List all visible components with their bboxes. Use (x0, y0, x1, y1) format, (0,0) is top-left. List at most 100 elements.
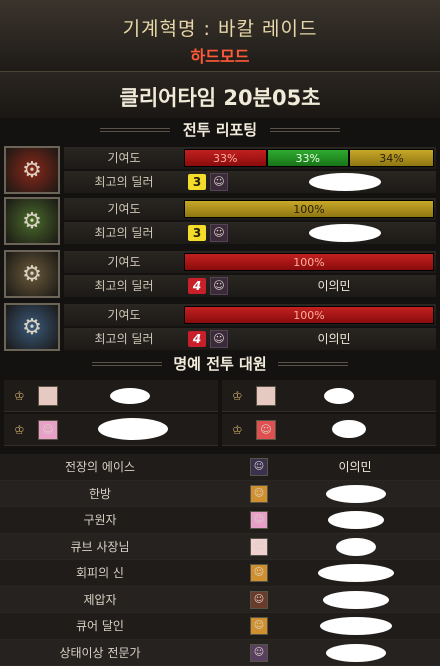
character-portrait: ☺ (250, 537, 268, 556)
character-portrait: ☺ (250, 511, 268, 529)
award-winner-name[interactable]: 이의민 (290, 454, 420, 480)
battle-report-title: 전투 리포팅 (182, 121, 258, 139)
difficulty-mode: 하드모드 (190, 47, 250, 66)
heading-left-ornament (92, 362, 162, 366)
blue-mech-boss-icon: ⚙ (4, 303, 60, 351)
character-portrait: ☺ (210, 224, 228, 242)
contribution-label: 기여도 (107, 202, 141, 216)
character-portrait: ☺ (250, 590, 268, 609)
honor-member[interactable]: ♔ ☺ (222, 414, 436, 446)
redacted-name (320, 617, 392, 635)
party-number-badge: 3 (188, 174, 206, 190)
contribution-segment: 100% (184, 200, 434, 218)
character-portrait: ☺ (38, 386, 58, 406)
character-portrait: ☺ (210, 330, 228, 348)
character-portrait: ☺ (250, 617, 268, 635)
redacted-name (328, 511, 384, 529)
redacted-name (110, 388, 150, 404)
award-title: 상태이상 전문가 (59, 645, 141, 660)
redacted-name (324, 388, 354, 404)
redacted-name (336, 537, 376, 556)
character-portrait: ☺ (250, 458, 268, 476)
character-portrait: ☺ (210, 173, 228, 191)
contribution-segment: 33% (266, 149, 349, 167)
award-title: 큐브 사장님 (70, 539, 130, 554)
crown-icon: ♔ (14, 389, 25, 403)
contribution-bar: 100% (184, 306, 434, 324)
contribution-bar: 100% (184, 253, 434, 271)
redacted-name (332, 420, 366, 438)
crown-icon: ♔ (232, 423, 243, 437)
award-row: 한방 ☺ (0, 480, 440, 507)
crown-icon: ♔ (14, 423, 25, 437)
contribution-line: 기여도 100% (64, 251, 436, 273)
raid-title-box: 기계혁명 : 바칼 레이드 하드모드 (0, 0, 440, 72)
best-dealer-line: 최고의 딜러 4 ☺ 이의민 (64, 328, 436, 350)
character-portrait: ☺ (210, 277, 228, 295)
honor-heading: 명예 전투 대원 (0, 352, 440, 376)
contribution-label: 기여도 (107, 255, 141, 269)
honor-member[interactable]: ♔ ☺ (4, 414, 218, 446)
honor-member[interactable]: ♔ ☺ (4, 380, 218, 412)
redacted-name (323, 590, 389, 609)
award-row: 상태이상 전문가 ☺ (0, 639, 440, 666)
boss-report-row: ⚙ 기여도 100% 최고의 딜러 3 ☺ (4, 197, 436, 245)
battle-report-heading: 전투 리포팅 (0, 118, 440, 142)
contribution-label: 기여도 (107, 308, 141, 322)
best-dealer-line: 최고의 딜러 3 ☺ (64, 222, 436, 244)
best-dealer-label: 최고의 딜러 (94, 226, 154, 240)
redacted-name (318, 564, 394, 582)
contribution-segment: 33% (184, 149, 267, 167)
party-number-badge: 4 (188, 278, 206, 294)
party-number-badge: 4 (188, 331, 206, 347)
clear-time-bar: 클리어타임 20분05초 (0, 72, 440, 118)
heading-right-ornament (278, 362, 348, 366)
contribution-segment: 34% (349, 149, 434, 167)
contribution-bar: 100% (184, 200, 434, 218)
award-row: 큐어 달인 ☺ (0, 613, 440, 640)
honor-member[interactable]: ♔ ☺ (222, 380, 436, 412)
red-mech-boss-icon: ⚙ (4, 146, 60, 194)
award-row: 큐브 사장님 ☺ (0, 533, 440, 560)
contribution-segment: 100% (184, 253, 434, 271)
honor-members: ♔ ☺ ♔ ☺ ♔ ☺ ♔ ☺ (4, 378, 436, 448)
redacted-name (326, 643, 386, 662)
best-dealer-name[interactable]: 이의민 (234, 275, 434, 297)
award-title: 전장의 에이스 (64, 460, 136, 474)
award-title: 회피의 신 (76, 566, 124, 580)
award-title: 구원자 (83, 513, 117, 527)
award-list: 전장의 에이스 ☺ 이의민 한방 ☺ 구원자 ☺ 큐브 사장님 ☺ 회피의 신 ☺ 제압자 ☺ 큐어 달인… (0, 454, 440, 666)
character-portrait: ☺ (250, 643, 268, 662)
boss-report-row: ⚙ 기여도 33% 33% 34% 최고의 딜러 3 ☺ (4, 146, 436, 194)
heading-right-ornament (270, 128, 340, 132)
best-dealer-label: 최고의 딜러 (94, 279, 154, 293)
character-portrait: ☺ (250, 484, 268, 503)
award-row: 제압자 ☺ (0, 586, 440, 613)
boss-report-row: ⚙ 기여도 100% 최고의 딜러 4 ☺ 이의민 (4, 250, 436, 298)
character-portrait: ☺ (256, 386, 276, 406)
best-dealer-line: 최고의 딜러 4 ☺ 이의민 (64, 275, 436, 297)
heading-left-ornament (100, 128, 170, 132)
honor-title: 명예 전투 대원 (173, 355, 267, 373)
award-title: 큐어 달인 (76, 619, 124, 633)
award-title: 제압자 (83, 592, 117, 607)
contribution-line: 기여도 100% (64, 304, 436, 326)
award-row: 회피의 신 ☺ (0, 560, 440, 587)
contribution-line: 기여도 33% 33% 34% (64, 147, 436, 169)
contribution-label: 기여도 (107, 151, 141, 165)
best-dealer-label: 최고의 딜러 (94, 175, 154, 189)
award-row: 전장의 에이스 ☺ 이의민 (0, 454, 440, 481)
best-dealer-name[interactable]: 이의민 (234, 328, 434, 350)
award-title: 한방 (88, 486, 112, 501)
boss-report-row: ⚙ 기여도 100% 최고의 딜러 4 ☺ 이의민 (4, 303, 436, 351)
crown-icon: ♔ (232, 389, 243, 403)
best-dealer-label: 최고의 딜러 (94, 332, 154, 346)
gold-mech-boss-icon: ⚙ (4, 250, 60, 298)
green-mech-boss-icon: ⚙ (4, 197, 60, 245)
redacted-name (309, 173, 381, 191)
redacted-name (309, 224, 381, 242)
redacted-name (326, 484, 386, 503)
contribution-line: 기여도 100% (64, 198, 436, 220)
raid-title: 기계혁명 : 바칼 레이드 (122, 18, 318, 40)
redacted-name (98, 418, 168, 440)
